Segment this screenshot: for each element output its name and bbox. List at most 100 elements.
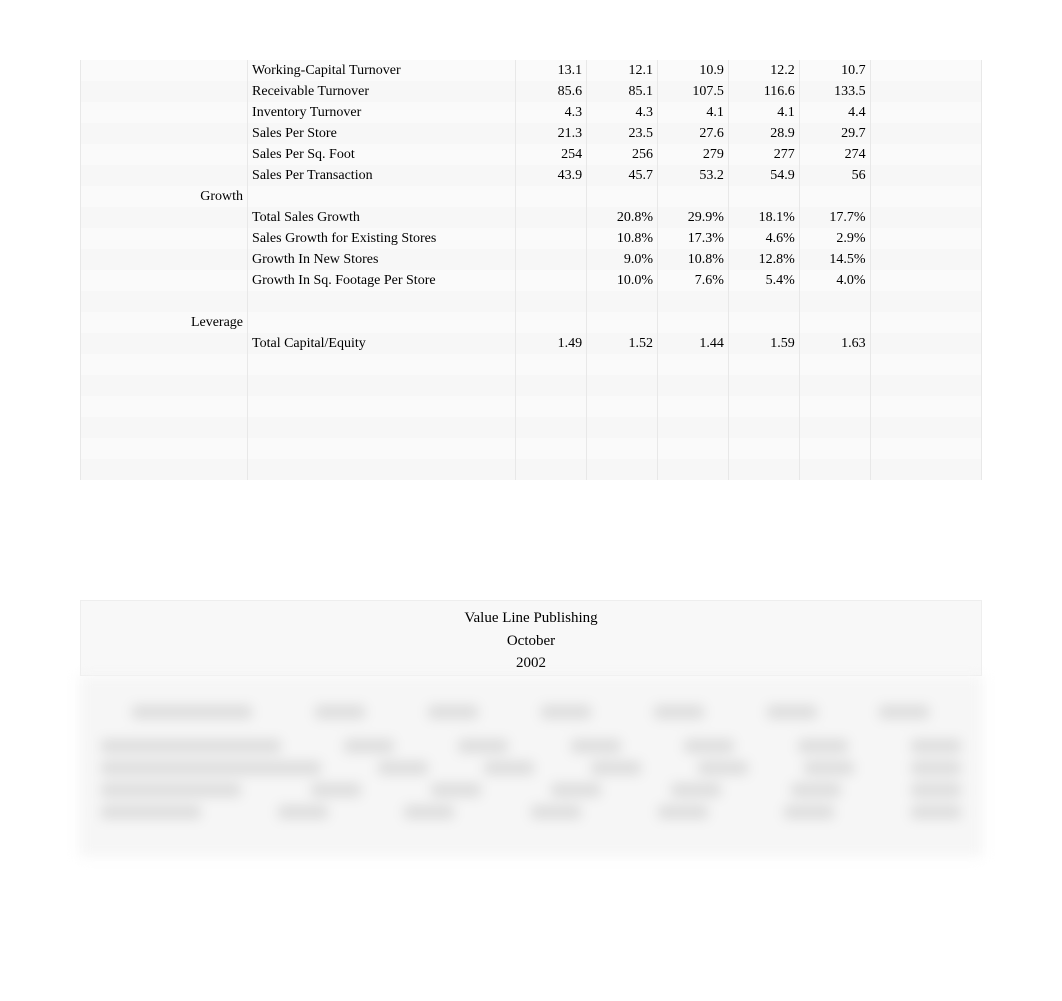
metric-value: 279 — [658, 144, 729, 165]
trailing-cell — [870, 375, 981, 396]
trailing-cell — [870, 270, 981, 291]
metric-value — [728, 417, 799, 438]
metric-value — [516, 438, 587, 459]
trailing-cell — [870, 417, 981, 438]
metric-value: 4.3 — [516, 102, 587, 123]
metric-value: 12.2 — [728, 60, 799, 81]
metric-value: 54.9 — [728, 165, 799, 186]
blank-row — [81, 375, 982, 396]
metric-value — [728, 459, 799, 480]
metric-value — [516, 291, 587, 312]
metric-value — [728, 354, 799, 375]
section-label — [81, 459, 248, 480]
metric-value — [658, 438, 729, 459]
metric-value: 10.8% — [587, 228, 658, 249]
metric-label: Sales Growth for Existing Stores — [248, 228, 516, 249]
metric-value: 17.7% — [799, 207, 870, 228]
section-label — [81, 396, 248, 417]
metric-value: 27.6 — [658, 123, 729, 144]
section-header-row: Growth — [81, 186, 982, 207]
metric-value: 10.8% — [658, 249, 729, 270]
metric-value — [658, 417, 729, 438]
metric-label: Sales Per Sq. Foot — [248, 144, 516, 165]
metric-label — [248, 312, 516, 333]
metric-value: 1.63 — [799, 333, 870, 354]
metric-value: 2.9% — [799, 228, 870, 249]
metric-value: 17.3% — [658, 228, 729, 249]
metric-label — [248, 396, 516, 417]
section-label — [81, 165, 248, 186]
table-row: Sales Per Transaction43.945.753.254.956 — [81, 165, 982, 186]
metric-value — [728, 291, 799, 312]
metric-value: 5.4% — [728, 270, 799, 291]
metric-value — [799, 186, 870, 207]
metric-value — [658, 375, 729, 396]
document-page: Working-Capital Turnover13.112.110.912.2… — [0, 0, 1062, 856]
section-label — [81, 417, 248, 438]
metric-value — [728, 312, 799, 333]
section-label — [81, 354, 248, 375]
metric-value: 4.0% — [799, 270, 870, 291]
metric-label — [248, 354, 516, 375]
metric-value: 53.2 — [658, 165, 729, 186]
metric-value — [728, 396, 799, 417]
table-row: Total Sales Growth20.8%29.9%18.1%17.7% — [81, 207, 982, 228]
trailing-cell — [870, 186, 981, 207]
metric-value: 1.59 — [728, 333, 799, 354]
metric-value: 1.49 — [516, 333, 587, 354]
metric-value — [658, 396, 729, 417]
metric-value — [516, 417, 587, 438]
metric-value — [516, 375, 587, 396]
metric-label — [248, 417, 516, 438]
section-label — [81, 228, 248, 249]
metric-label: Growth In New Stores — [248, 249, 516, 270]
metric-value: 85.6 — [516, 81, 587, 102]
metric-value — [516, 312, 587, 333]
metric-value: 43.9 — [516, 165, 587, 186]
metric-value — [658, 354, 729, 375]
metric-value — [516, 396, 587, 417]
metric-value: 274 — [799, 144, 870, 165]
metric-label: Working-Capital Turnover — [248, 60, 516, 81]
ratio-table: Working-Capital Turnover13.112.110.912.2… — [80, 60, 982, 480]
metric-value: 13.1 — [516, 60, 587, 81]
metric-value — [799, 438, 870, 459]
metric-value: 29.9% — [658, 207, 729, 228]
table-row: Growth In Sq. Footage Per Store10.0%7.6%… — [81, 270, 982, 291]
title-line-1: Value Line Publishing — [81, 607, 981, 630]
metric-value: 254 — [516, 144, 587, 165]
metric-label — [248, 291, 516, 312]
section-label — [81, 270, 248, 291]
metric-value: 4.3 — [587, 102, 658, 123]
section-label — [81, 144, 248, 165]
table-row: Sales Growth for Existing Stores 10.8%17.… — [81, 228, 982, 249]
trailing-cell — [870, 207, 981, 228]
section-label — [81, 291, 248, 312]
trailing-cell — [870, 291, 981, 312]
metric-value: 1.44 — [658, 333, 729, 354]
metric-value: 4.4 — [799, 102, 870, 123]
metric-value: 10.7 — [799, 60, 870, 81]
metric-value: 10.9 — [658, 60, 729, 81]
table-row: Sales Per Sq. Foot254256279277274 — [81, 144, 982, 165]
trailing-cell — [870, 438, 981, 459]
metric-value — [516, 186, 587, 207]
metric-value — [728, 438, 799, 459]
section-label — [81, 123, 248, 144]
section-label — [81, 102, 248, 123]
metric-value — [516, 459, 587, 480]
metric-label — [248, 375, 516, 396]
trailing-cell — [870, 249, 981, 270]
trailing-cell — [870, 60, 981, 81]
metric-value — [799, 312, 870, 333]
metric-label — [248, 186, 516, 207]
blank-row — [81, 417, 982, 438]
metric-value — [587, 396, 658, 417]
metric-value — [516, 249, 587, 270]
metric-value: 256 — [587, 144, 658, 165]
metric-value: 1.52 — [587, 333, 658, 354]
metric-value: 4.1 — [658, 102, 729, 123]
metric-label: Receivable Turnover — [248, 81, 516, 102]
metric-value — [658, 459, 729, 480]
metric-value — [587, 375, 658, 396]
